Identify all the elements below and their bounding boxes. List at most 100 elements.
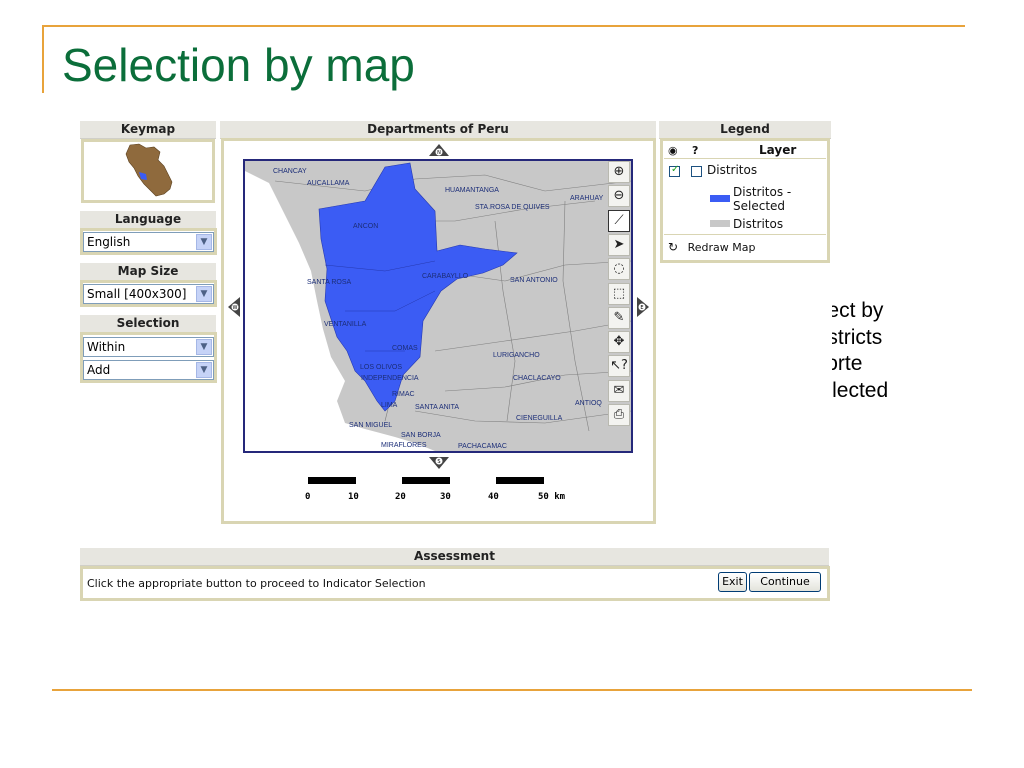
slide-left-rule <box>42 25 44 93</box>
map-label: COMAS <box>392 345 418 352</box>
pan-north-button[interactable]: N <box>428 143 450 158</box>
scale-label: 50 km <box>538 492 566 502</box>
zoom-in-tool[interactable]: ⊕ <box>608 161 630 183</box>
map-label: AUCALLAMA <box>307 180 350 187</box>
scale-label: 30 <box>440 492 451 502</box>
legend-selected-label-line1: Distritos - <box>733 185 792 199</box>
ruler-icon: ✎ <box>613 310 625 325</box>
language-select[interactable]: English ▼ <box>83 232 214 252</box>
scale-label: 40 <box>488 492 499 502</box>
assessment-message: Click the appropriate button to proceed … <box>87 577 426 590</box>
zoom-out-tool[interactable]: ⊖ <box>608 185 630 207</box>
refresh-icon: ↻ <box>668 240 679 254</box>
map-label: SANTA ROSA <box>307 279 352 286</box>
pan-south-button[interactable]: S <box>428 455 450 470</box>
map-canvas[interactable]: CHANCAY AUCALLAMA HUAMANTANGA STA.ROSA D… <box>243 159 633 453</box>
map-label: HUAMANTANGA <box>445 187 499 194</box>
redraw-map-button[interactable]: ↻ Redraw Map <box>668 240 755 254</box>
legend-layer-name: Distritos <box>707 163 758 177</box>
print-tool[interactable]: ⎙ <box>608 404 630 426</box>
map-size-value: Small [400x300] <box>87 287 187 301</box>
scale-segment <box>402 477 450 484</box>
print-preview-tool[interactable]: ✉ <box>608 380 630 402</box>
map-size-select[interactable]: Small [400x300] ▼ <box>83 284 214 304</box>
map-label: CHANCAY <box>273 168 307 175</box>
legend-header: Legend <box>659 121 831 139</box>
legend-divider <box>664 234 826 235</box>
chevron-down-icon[interactable]: ▼ <box>196 339 212 355</box>
map-label: STA.ROSA DE QUIVES <box>475 204 550 211</box>
legend-divider <box>664 158 826 159</box>
pan-east-button[interactable]: E <box>636 296 651 318</box>
measure-tool[interactable]: ✎ <box>608 307 630 329</box>
exit-button[interactable]: Exit <box>718 572 747 592</box>
continue-button[interactable]: Continue <box>749 572 821 592</box>
selection-mode-select[interactable]: Within ▼ <box>83 337 214 357</box>
map-label: MIRAFLORES <box>381 442 427 449</box>
map-label: ANTIOQ <box>575 400 602 407</box>
map-size-header: Map Size <box>80 263 216 281</box>
legend-default-swatch <box>710 220 730 227</box>
pan-west-button[interactable]: W <box>226 296 241 318</box>
selection-action-select[interactable]: Add ▼ <box>83 360 214 380</box>
scale-bar: 0 10 20 30 40 50 km <box>305 477 566 502</box>
scale-segment <box>496 477 544 484</box>
map-label: CARABAYLLO <box>422 273 469 280</box>
scale-label: 10 <box>348 492 359 502</box>
selection-mode-value: Within <box>87 340 126 354</box>
map-label: LURIGANCHO <box>493 352 540 359</box>
keymap-frame[interactable] <box>81 139 215 203</box>
visibility-icon: ◉ <box>668 144 678 157</box>
zoom-in-icon: ⊕ <box>613 164 625 179</box>
envelope-icon: ✉ <box>613 383 625 398</box>
line-icon: ⟋ <box>614 213 624 228</box>
pointer-tool[interactable]: ➤ <box>608 234 630 256</box>
map-label: VENTANILLA <box>324 321 367 328</box>
chevron-down-icon[interactable]: ▼ <box>196 362 212 378</box>
slide-top-rule <box>42 25 965 27</box>
select-line-tool[interactable]: ⟋ <box>608 210 630 232</box>
layer-query-checkbox[interactable] <box>691 166 702 177</box>
map-label: SANTA ANITA <box>415 404 460 411</box>
identify-tool[interactable]: ↖? <box>608 355 630 377</box>
legend-selected-label-line2: Selected <box>733 199 786 213</box>
move-icon: ✥ <box>613 334 625 349</box>
zoom-out-icon: ⊖ <box>613 188 625 203</box>
map-label: LOS OLIVOS <box>360 364 403 371</box>
selection-action-value: Add <box>87 363 111 377</box>
pan-west-label: W <box>233 305 238 311</box>
map-label: CHACLACAYO <box>513 375 561 382</box>
circle-select-icon: ◌ <box>613 261 625 276</box>
keymap-country-shape <box>125 143 173 197</box>
box-select-icon: ⬚ <box>612 286 626 301</box>
printer-icon: ⎙ <box>613 407 625 422</box>
arrow-pointer-icon: ➤ <box>613 237 625 252</box>
language-header: Language <box>80 211 216 229</box>
pan-tool[interactable]: ✥ <box>608 331 630 353</box>
checkmark-icon: ✓ <box>671 164 680 175</box>
map-label: ANCON <box>353 223 379 230</box>
map-label: CIENEGUILLA <box>516 415 563 422</box>
map-label: INDEPENDENCIA <box>361 375 419 382</box>
map-header: Departments of Peru <box>220 121 656 139</box>
slide-title: Selection by map <box>62 39 415 91</box>
keymap-header: Keymap <box>80 121 216 139</box>
assessment-header: Assessment <box>80 548 829 566</box>
map-label: PACHACAMAC <box>458 443 507 450</box>
legend-selected-swatch <box>710 195 730 202</box>
select-circle-tool[interactable]: ◌ <box>608 258 630 280</box>
map-label: SAN ANTONIO <box>510 277 558 284</box>
chevron-down-icon[interactable]: ▼ <box>196 234 212 250</box>
map-label: SAN MIGUEL <box>349 422 393 429</box>
scale-label: 0 <box>305 492 310 502</box>
chevron-down-icon[interactable]: ▼ <box>196 286 212 302</box>
map-label: RIMAC <box>392 391 415 398</box>
pan-south-label: S <box>437 459 440 465</box>
keymap-peru-icon[interactable] <box>84 142 212 200</box>
layer-visible-checkbox[interactable]: ✓ <box>669 164 680 177</box>
scale-label: 20 <box>395 492 406 502</box>
legend-layer-column: Layer <box>759 143 797 157</box>
identify-icon: ↖? <box>610 358 628 373</box>
select-box-tool[interactable]: ⬚ <box>608 283 630 305</box>
slide-bottom-rule <box>52 689 972 691</box>
